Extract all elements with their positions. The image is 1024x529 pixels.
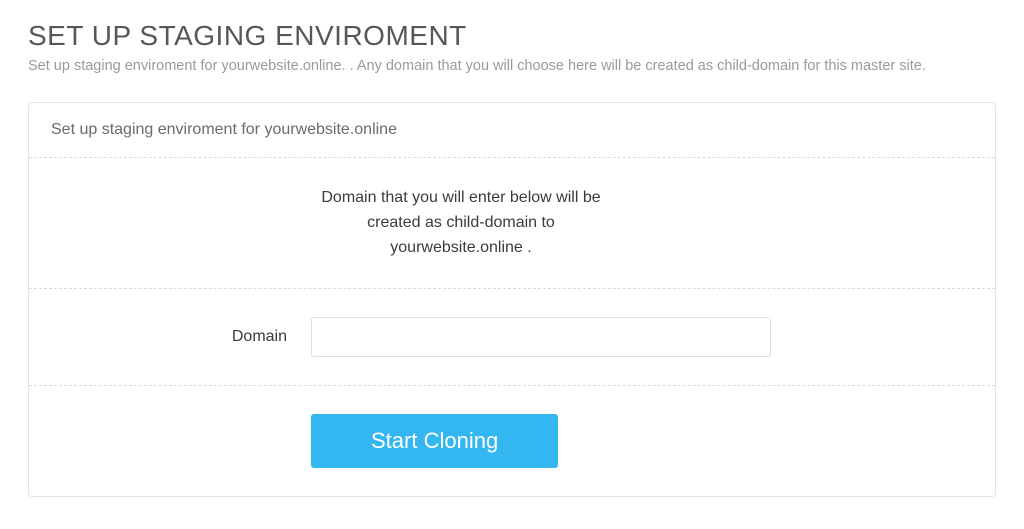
actions-section: Start Cloning — [29, 386, 995, 496]
domain-input[interactable] — [311, 317, 771, 357]
page-title: SET UP STAGING ENVIROMENT — [28, 20, 996, 52]
page-subtitle: Set up staging enviroment for yourwebsit… — [28, 58, 996, 74]
start-cloning-button[interactable]: Start Cloning — [311, 414, 558, 468]
staging-panel: Set up staging enviroment for yourwebsit… — [28, 102, 996, 497]
panel-heading: Set up staging enviroment for yourwebsit… — [29, 103, 995, 158]
description-section: Domain that you will enter below will be… — [29, 158, 995, 289]
domain-section: Domain — [29, 289, 995, 386]
domain-label: Domain — [51, 328, 311, 346]
description-text: Domain that you will enter below will be… — [311, 186, 611, 260]
